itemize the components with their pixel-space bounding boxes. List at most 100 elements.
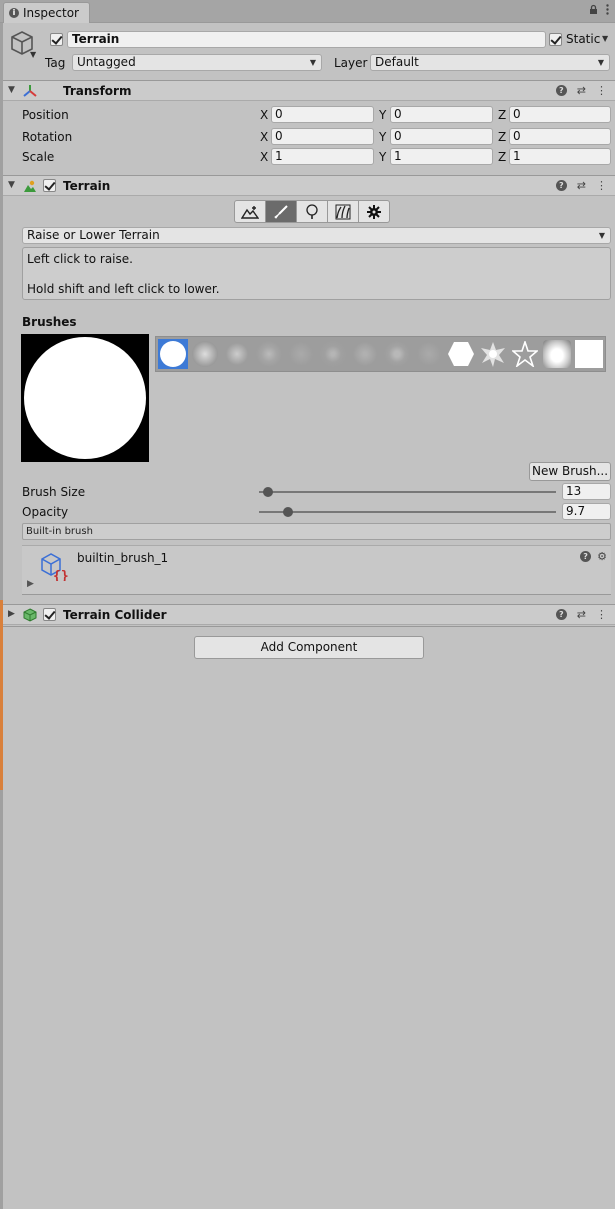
terrain-tool-strip — [234, 200, 390, 223]
opacity-field[interactable]: 9.7 — [562, 503, 611, 520]
axis-z-label[interactable]: Z — [498, 150, 506, 164]
component-title: Terrain — [63, 179, 111, 193]
paint-details-tool-button[interactable] — [327, 200, 359, 223]
place-trees-tool-icon — [306, 203, 318, 219]
rotation-x-field[interactable]: 0 — [271, 128, 374, 145]
brush-thumbnail — [224, 341, 250, 367]
brush-item[interactable] — [254, 339, 284, 369]
axis-x-label[interactable]: X — [260, 130, 268, 144]
name-field[interactable]: Terrain — [67, 31, 546, 48]
terrain-mode-dropdown[interactable]: Raise or Lower Terrain ▼ — [22, 227, 611, 244]
tag-dropdown[interactable]: Untagged ▼ — [72, 54, 322, 71]
foldout-expanded-icon[interactable]: ▼ — [8, 180, 15, 190]
scale-x-field[interactable]: 1 — [271, 148, 374, 165]
help-icon[interactable]: ? — [555, 609, 567, 620]
brush-item[interactable] — [446, 339, 476, 369]
new-brush-button[interactable]: New Brush... — [529, 462, 611, 481]
component-title: Terrain Collider — [63, 608, 167, 622]
transform-header[interactable]: ▼ Transform ? ⇄ ⋮ — [3, 80, 615, 101]
presets-icon[interactable]: ⇄ — [577, 84, 586, 97]
brush-item[interactable] — [414, 339, 444, 369]
rotation-y-field[interactable]: 0 — [390, 128, 493, 145]
brush-thumbnail — [416, 341, 442, 367]
position-z-field[interactable]: 0 — [509, 106, 611, 123]
scale-z-field[interactable]: 1 — [509, 148, 611, 165]
scale-y-field[interactable]: 1 — [390, 148, 493, 165]
axis-y-label[interactable]: Y — [379, 150, 386, 164]
position-y-field[interactable]: 0 — [390, 106, 493, 123]
brush-item[interactable] — [542, 339, 572, 369]
raise-lower-tool-button[interactable] — [234, 200, 266, 223]
lock-icon[interactable] — [589, 4, 598, 15]
opacity-slider-thumb[interactable] — [282, 507, 293, 517]
layer-dropdown[interactable]: Default ▼ — [370, 54, 610, 71]
help-icon[interactable]: ? — [580, 551, 592, 562]
brush-item[interactable] — [510, 339, 540, 369]
kebab-menu-icon[interactable]: ⋮ — [596, 608, 607, 621]
static-dropdown-icon[interactable]: ▼ — [602, 34, 608, 43]
brush-item[interactable] — [382, 339, 412, 369]
tab-inspector[interactable]: i Inspector — [3, 2, 90, 23]
axis-y-label[interactable]: Y — [379, 108, 386, 122]
brush-item[interactable] — [158, 339, 188, 369]
terrain-collider-header[interactable]: ▶ Terrain Collider ? ⇄ ⋮ — [3, 604, 615, 625]
presets-icon[interactable]: ⇄ — [577, 608, 586, 621]
brush-size-slider-thumb[interactable] — [262, 487, 273, 497]
active-checkbox[interactable] — [50, 33, 63, 46]
brush-item[interactable] — [318, 339, 348, 369]
terrain-settings-tool-button[interactable] — [358, 200, 390, 223]
gear-icon[interactable]: ⚙ — [597, 550, 607, 563]
help-icon[interactable]: ? — [555, 180, 567, 191]
paint-brush-tool-icon — [274, 204, 288, 219]
brush-item[interactable] — [574, 339, 604, 369]
axis-y-label[interactable]: Y — [379, 130, 386, 144]
kebab-menu-icon[interactable] — [606, 4, 609, 15]
opacity-label: Opacity — [22, 505, 69, 519]
brush-asset-box: {} builtin_brush_1 ▶ ? ⚙ — [22, 545, 611, 595]
foldout-collapsed-icon[interactable]: ▶ — [8, 609, 15, 619]
position-x-field[interactable]: 0 — [271, 106, 374, 123]
brush-size-field[interactable]: 13 — [562, 483, 611, 500]
place-trees-tool-button[interactable] — [296, 200, 328, 223]
axis-x-label[interactable]: X — [260, 108, 268, 122]
foldout-collapsed-icon[interactable]: ▶ — [27, 579, 34, 589]
raise-lower-tool-icon — [241, 205, 259, 219]
brush-size-slider[interactable] — [259, 491, 556, 493]
help-text-lower: Hold shift and left click to lower. — [27, 282, 220, 296]
brush-preview — [21, 334, 149, 462]
static-checkbox[interactable] — [549, 33, 562, 46]
terrain-enabled-checkbox[interactable] — [43, 179, 56, 192]
brush-thumbnail — [192, 341, 218, 367]
axis-z-label[interactable]: Z — [498, 130, 506, 144]
brush-thumbnail — [288, 341, 314, 367]
layer-label: Layer — [334, 56, 368, 70]
collider-enabled-checkbox[interactable] — [43, 608, 56, 621]
brush-item[interactable] — [350, 339, 380, 369]
chevron-down-icon[interactable]: ▼ — [30, 50, 36, 59]
axis-x-label[interactable]: X — [260, 150, 268, 164]
chevron-down-icon: ▼ — [597, 58, 604, 67]
axis-z-label[interactable]: Z — [498, 108, 506, 122]
presets-icon[interactable]: ⇄ — [577, 179, 586, 192]
brush-item[interactable] — [190, 339, 220, 369]
brushes-title: Brushes — [22, 315, 77, 329]
kebab-menu-icon[interactable]: ⋮ — [596, 84, 607, 97]
brush-item[interactable] — [286, 339, 316, 369]
kebab-menu-icon[interactable]: ⋮ — [596, 179, 607, 192]
transform-row-rotation: Rotation X 0 Y 0 Z 0 — [3, 127, 615, 147]
foldout-expanded-icon[interactable]: ▼ — [8, 85, 15, 95]
asset-name: builtin_brush_1 — [77, 551, 169, 565]
terrain-header[interactable]: ▼ Terrain ? ⇄ ⋮ — [3, 175, 615, 196]
tab-bar: i Inspector — [0, 0, 615, 23]
add-component-button[interactable]: Add Component — [194, 636, 424, 659]
brush-item[interactable] — [222, 339, 252, 369]
rotation-z-field[interactable]: 0 — [509, 128, 611, 145]
component-actions: ? ⇄ ⋮ — [555, 84, 607, 97]
brush-item[interactable] — [478, 339, 508, 369]
opacity-slider[interactable] — [259, 511, 556, 513]
help-icon[interactable]: ? — [555, 85, 567, 96]
game-object-header: ▼ Terrain Static ▼ Tag Untagged ▼ Layer … — [3, 24, 615, 78]
paint-brush-tool-button[interactable] — [265, 200, 297, 223]
hexagon-brush-thumbnail — [448, 342, 474, 366]
component-actions: ? ⇄ ⋮ — [555, 179, 607, 192]
